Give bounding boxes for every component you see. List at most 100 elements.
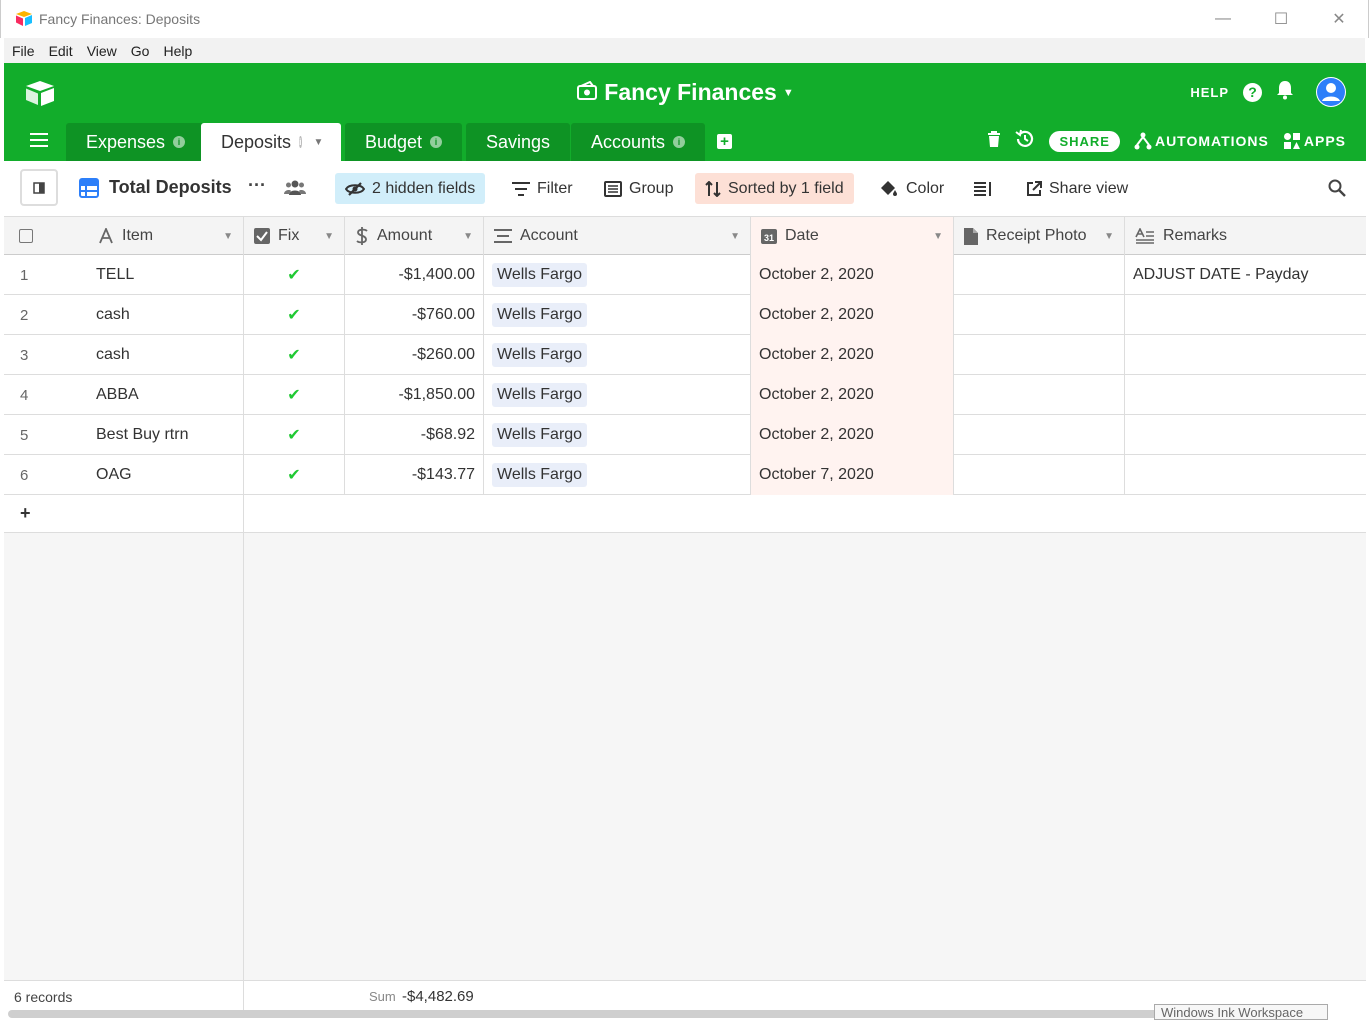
table-row[interactable]: 2 cash ✔ -$760.00 Wells Fargo October 2, 2020 <box>4 295 1366 335</box>
view-name[interactable]: Total Deposits <box>79 177 232 198</box>
linked-record-pill[interactable]: Wells Fargo <box>492 303 588 327</box>
menu-file[interactable]: File <box>6 43 41 59</box>
menu-edit[interactable]: Edit <box>43 43 79 59</box>
notifications-bell-icon[interactable] <box>1276 80 1294 104</box>
column-menu-caret-icon[interactable]: ▼ <box>223 231 233 242</box>
column-header-date[interactable]: 31 Date ▼ <box>751 217 954 255</box>
table-row[interactable]: 4 ABBA ✔ -$1,850.00 Wells Fargo October 2, 20… <box>4 375 1366 415</box>
cell-account[interactable]: Wells Fargo <box>484 375 751 415</box>
column-menu-caret-icon[interactable]: ▼ <box>463 231 473 242</box>
maximize-button[interactable]: ☐ <box>1252 0 1310 38</box>
column-header-receipt-photo[interactable]: Receipt Photo ▼ <box>954 217 1125 255</box>
tab-menu-caret-icon[interactable]: ▼ <box>314 137 324 148</box>
table-row[interactable]: 3 cash ✔ -$260.00 Wells Fargo October 2, 2020 <box>4 335 1366 375</box>
cell-account[interactable]: Wells Fargo <box>484 455 751 495</box>
table-row[interactable]: 1 TELL ✔ -$1,400.00 Wells Fargo October 2, 20… <box>4 255 1366 295</box>
row-number[interactable]: 4 <box>4 375 88 415</box>
add-record-icon[interactable]: + <box>20 503 31 524</box>
trash-icon[interactable] <box>987 130 1001 152</box>
help-icon[interactable]: ? <box>1243 82 1262 102</box>
user-avatar[interactable] <box>1316 77 1346 107</box>
cell-remarks[interactable] <box>1125 335 1366 375</box>
cell-receipt-photo[interactable] <box>954 455 1125 495</box>
cell-remarks[interactable] <box>1125 375 1366 415</box>
cell-amount[interactable]: -$260.00 <box>345 335 484 375</box>
cell-amount[interactable]: -$143.77 <box>345 455 484 495</box>
cell-receipt-photo[interactable] <box>954 255 1125 295</box>
cell-item[interactable]: Best Buy rtrn <box>88 415 244 455</box>
cell-account[interactable]: Wells Fargo <box>484 335 751 375</box>
table-row[interactable]: 6 OAG ✔ -$143.77 Wells Fargo October 7, 2020 <box>4 455 1366 495</box>
column-header-remarks[interactable]: Remarks <box>1125 217 1366 255</box>
sum-label[interactable]: Sum <box>369 989 396 1004</box>
column-header-amount[interactable]: Amount ▼ <box>345 217 484 255</box>
column-header-item[interactable]: Item ▼ <box>88 217 244 255</box>
tab-savings[interactable]: Savings <box>466 123 571 161</box>
hidden-fields-button[interactable]: 2 hidden fields <box>335 173 486 204</box>
cell-account[interactable]: Wells Fargo <box>484 415 751 455</box>
filter-button[interactable]: Filter <box>502 173 583 204</box>
color-button[interactable]: Color <box>869 173 954 204</box>
checkbox-icon[interactable] <box>19 229 33 243</box>
automations-button[interactable]: AUTOMATIONS <box>1134 132 1269 150</box>
cell-item[interactable]: ABBA <box>88 375 244 415</box>
linked-record-pill[interactable]: Wells Fargo <box>492 383 588 407</box>
cell-receipt-photo[interactable] <box>954 415 1125 455</box>
cell-item[interactable]: cash <box>88 295 244 335</box>
cell-receipt-photo[interactable] <box>954 375 1125 415</box>
column-header-account[interactable]: Account ▼ <box>484 217 751 255</box>
info-icon[interactable]: i <box>173 136 186 148</box>
cell-item[interactable]: OAG <box>88 455 244 495</box>
cell-fix-check-icon[interactable]: ✔ <box>244 375 345 415</box>
cell-date[interactable]: October 2, 2020 <box>751 375 954 415</box>
tab-deposits[interactable]: Deposits i ▼ <box>201 123 341 161</box>
cell-remarks[interactable] <box>1125 415 1366 455</box>
close-button[interactable]: ✕ <box>1310 0 1368 38</box>
view-more-icon[interactable]: ··· <box>248 175 266 196</box>
horizontal-scrollbar[interactable] <box>8 1010 1158 1018</box>
linked-record-pill[interactable]: Wells Fargo <box>492 263 588 287</box>
cell-date[interactable]: October 2, 2020 <box>751 255 954 295</box>
tab-budget[interactable]: Budget i <box>345 123 463 161</box>
row-height-button[interactable] <box>964 173 1009 204</box>
linked-record-pill[interactable]: Wells Fargo <box>492 343 588 367</box>
views-sidebar-toggle[interactable] <box>20 169 58 206</box>
menu-go[interactable]: Go <box>125 43 156 59</box>
cell-fix-check-icon[interactable]: ✔ <box>244 415 345 455</box>
info-icon[interactable]: i <box>299 136 302 148</box>
cell-amount[interactable]: -$68.92 <box>345 415 484 455</box>
info-icon[interactable]: i <box>430 136 443 148</box>
column-menu-caret-icon[interactable]: ▼ <box>1104 231 1114 242</box>
history-icon[interactable] <box>1015 129 1035 153</box>
cell-remarks[interactable] <box>1125 455 1366 495</box>
cell-date[interactable]: October 7, 2020 <box>751 455 954 495</box>
base-title[interactable]: Fancy Finances ▼ <box>4 79 1366 106</box>
menu-view[interactable]: View <box>81 43 123 59</box>
cell-fix-check-icon[interactable]: ✔ <box>244 295 345 335</box>
info-icon[interactable]: i <box>673 136 686 148</box>
row-number[interactable]: 1 <box>4 255 88 295</box>
column-menu-caret-icon[interactable]: ▼ <box>730 231 740 242</box>
cell-date[interactable]: October 2, 2020 <box>751 415 954 455</box>
apps-button[interactable]: APPS <box>1283 132 1346 150</box>
cell-account[interactable]: Wells Fargo <box>484 255 751 295</box>
cell-remarks[interactable]: ADJUST DATE - Payday <box>1125 255 1366 295</box>
search-icon[interactable] <box>1328 179 1346 201</box>
share-button[interactable]: SHARE <box>1049 130 1120 152</box>
linked-record-pill[interactable]: Wells Fargo <box>492 463 588 487</box>
row-number[interactable]: 2 <box>4 295 88 335</box>
add-record-row[interactable]: + <box>4 495 1366 533</box>
share-view-button[interactable]: Share view <box>1016 173 1138 204</box>
row-number[interactable]: 6 <box>4 455 88 495</box>
column-menu-caret-icon[interactable]: ▼ <box>933 231 943 242</box>
row-number[interactable]: 5 <box>4 415 88 455</box>
cell-receipt-photo[interactable] <box>954 295 1125 335</box>
cell-amount[interactable]: -$1,400.00 <box>345 255 484 295</box>
cell-item[interactable]: TELL <box>88 255 244 295</box>
tab-expenses[interactable]: Expenses i <box>66 123 206 161</box>
tab-accounts[interactable]: Accounts i <box>571 123 706 161</box>
cell-fix-check-icon[interactable]: ✔ <box>244 255 345 295</box>
menu-help[interactable]: Help <box>157 43 198 59</box>
table-row[interactable]: 5 Best Buy rtrn ✔ -$68.92 Wells Fargo October… <box>4 415 1366 455</box>
base-menu-caret-icon[interactable]: ▼ <box>783 87 794 99</box>
